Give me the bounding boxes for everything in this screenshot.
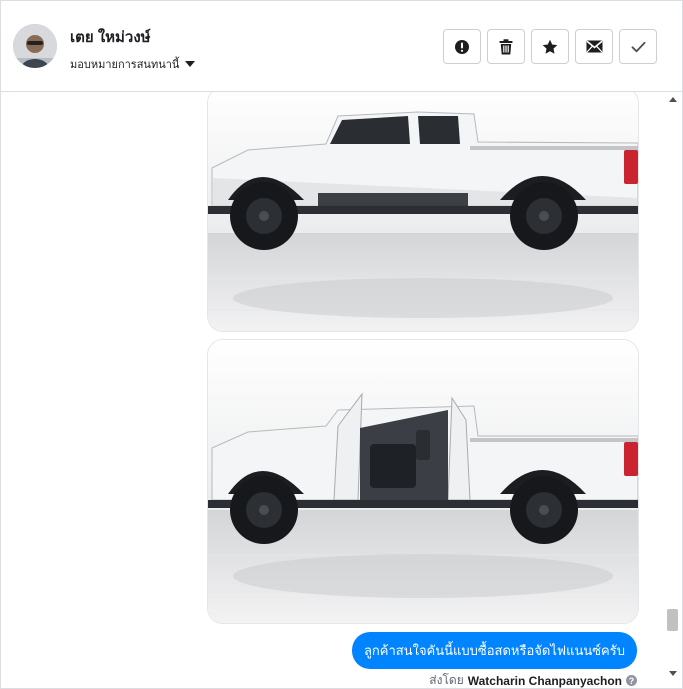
caret-down-icon bbox=[185, 61, 196, 67]
assign-label: มอบหมายการสนทนานี้ bbox=[70, 59, 180, 71]
sent-by-label: ส่งโดย bbox=[429, 673, 464, 687]
mark-unread-button[interactable] bbox=[575, 29, 613, 64]
help-icon[interactable]: ? bbox=[626, 675, 637, 686]
check-icon bbox=[631, 41, 645, 52]
scroll-up-icon[interactable] bbox=[669, 97, 677, 102]
attachment-image[interactable] bbox=[207, 339, 639, 624]
scrollbar-thumb[interactable] bbox=[667, 609, 678, 631]
conversation-panel: เตย ใหม่วงษ์ มอบหมายการสนทนานี้ ลูกค้าสน… bbox=[0, 0, 683, 689]
avatar[interactable] bbox=[13, 24, 57, 68]
contact-name[interactable]: เตย ใหม่วงษ์ bbox=[70, 25, 151, 49]
assign-conversation-dropdown[interactable]: มอบหมายการสนทนานี้ bbox=[70, 55, 196, 73]
header-actions bbox=[443, 29, 657, 64]
sent-by-info: ส่งโดย Watcharin Chanpanyachon ? bbox=[429, 671, 637, 688]
alert-icon bbox=[455, 39, 469, 54]
mark-spam-button[interactable] bbox=[443, 29, 481, 64]
envelope-icon bbox=[585, 40, 603, 53]
trash-icon bbox=[499, 38, 513, 54]
star-button[interactable] bbox=[531, 29, 569, 64]
sender-name: Watcharin Chanpanyachon bbox=[467, 673, 622, 688]
thread-scrollbar[interactable] bbox=[664, 92, 682, 688]
attachment-image[interactable] bbox=[207, 92, 639, 332]
message-bubble[interactable]: ลูกค้าสนใจคันนี้แบบซื้อสดหรือจัดไฟแนนซ์ค… bbox=[351, 632, 637, 669]
scroll-down-icon[interactable] bbox=[669, 671, 677, 676]
conversation-header: เตย ใหม่วงษ์ มอบหมายการสนทนานี้ bbox=[1, 1, 682, 92]
delete-button[interactable] bbox=[487, 29, 525, 64]
message-thread[interactable]: ลูกค้าสนใจคันนี้แบบซื้อสดหรือจัดไฟแนนซ์ค… bbox=[1, 92, 664, 688]
star-icon bbox=[542, 39, 558, 54]
mark-done-button[interactable] bbox=[619, 29, 657, 64]
